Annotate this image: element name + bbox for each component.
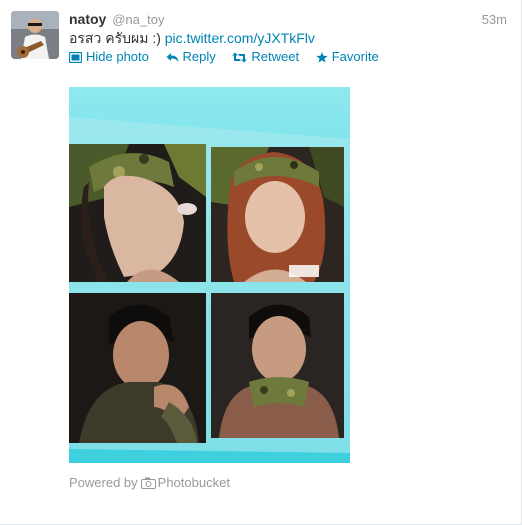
- photo-icon: [69, 51, 82, 63]
- retweet-button[interactable]: Retweet: [232, 49, 299, 65]
- avatar[interactable]: [11, 11, 59, 59]
- tweet-text: อรสว ครับผม :) pic.twitter.com/yJXTkFlv: [69, 30, 315, 47]
- timestamp[interactable]: 53m: [482, 12, 507, 27]
- tweet-body: อรสว ครับผม :): [69, 30, 161, 46]
- star-icon: [316, 51, 328, 63]
- photo-panel-3: [69, 293, 206, 443]
- photo-panel-2: [211, 147, 344, 282]
- retweet-label: Retweet: [251, 49, 300, 64]
- reply-label: Reply: [182, 49, 216, 64]
- camera-icon: [140, 477, 156, 489]
- photo-image: [69, 87, 350, 463]
- tweet-header: natoy @na_toy: [69, 11, 164, 28]
- provider-link[interactable]: Photobucket: [158, 475, 230, 490]
- tweet-card: natoy @na_toy 53m อรสว ครับผม :) pic.twi…: [0, 0, 522, 525]
- avatar-image: [11, 11, 59, 59]
- tweet-photo[interactable]: [69, 87, 350, 463]
- reply-button[interactable]: Reply: [166, 49, 216, 65]
- hide-photo-button[interactable]: Hide photo: [69, 49, 149, 65]
- favorite-button[interactable]: Favorite: [316, 49, 379, 65]
- favorite-label: Favorite: [331, 49, 379, 64]
- tweet-link[interactable]: pic.twitter.com/yJXTkFlv: [165, 30, 315, 46]
- retweet-icon: [232, 52, 248, 62]
- hide-photo-label: Hide photo: [86, 49, 149, 64]
- fullname[interactable]: natoy: [69, 11, 106, 27]
- reply-arrow-icon: [166, 52, 179, 62]
- powered-by-label: Powered by: [69, 475, 138, 490]
- powered-by: Powered by Photobucket: [69, 475, 230, 490]
- photo-panel-1: [69, 144, 206, 282]
- tweet-actions: Hide photo Reply Retweet Favorite: [69, 49, 392, 67]
- photo-panel-4: [211, 293, 344, 438]
- username[interactable]: @na_toy: [112, 12, 164, 27]
